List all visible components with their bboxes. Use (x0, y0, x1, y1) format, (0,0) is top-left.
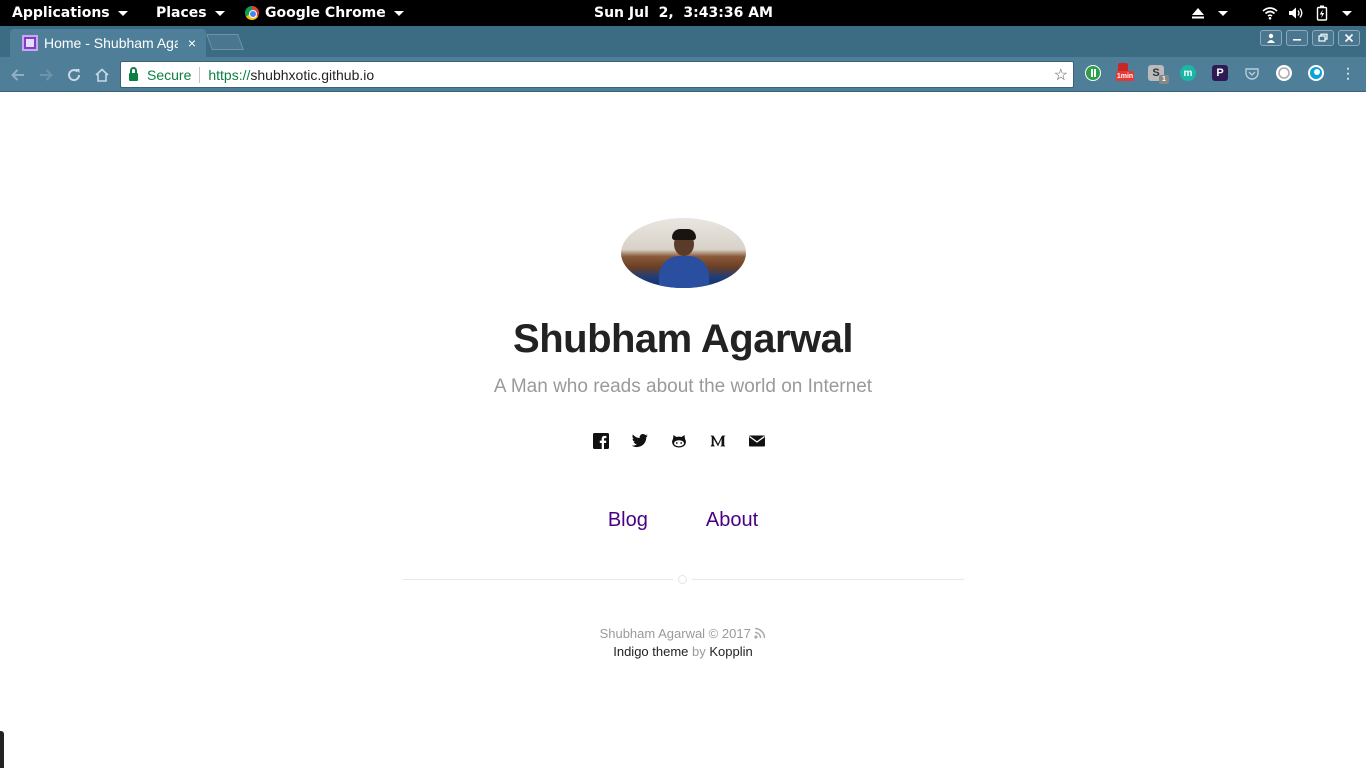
url-host: shubhxotic.github.io (250, 66, 375, 83)
chevron-down-icon[interactable] (1218, 10, 1228, 16)
avatar-hair (672, 229, 696, 240)
browser-toolbar: Secure https:// shubhxotic.github.io ☆ 1… (0, 57, 1366, 92)
extension-red-icon[interactable] (1118, 63, 1128, 71)
secure-label: Secure (147, 66, 192, 83)
window-controls (1260, 30, 1360, 46)
minimize-button[interactable] (1286, 30, 1308, 46)
copyright-text: Shubham Agarwal © 2017 (599, 626, 751, 641)
app-menu-label: Google Chrome (265, 5, 386, 21)
extension-green-icon[interactable] (1085, 65, 1101, 81)
github-icon[interactable] (671, 433, 687, 449)
divider-left (403, 579, 673, 580)
extension-m-icon[interactable]: m (1180, 65, 1196, 81)
facebook-icon[interactable] (593, 433, 609, 449)
extension-pocket-icon[interactable] (1244, 65, 1260, 81)
chevron-down-icon (393, 10, 404, 16)
social-links (593, 433, 765, 449)
chevron-down-icon[interactable] (1342, 10, 1352, 16)
avatar (621, 218, 746, 288)
back-button[interactable] (8, 65, 28, 85)
places-menu[interactable]: Places (156, 0, 225, 26)
battery-icon[interactable] (1314, 5, 1330, 21)
blog-link[interactable]: Blog (608, 509, 648, 532)
system-top-bar: Applications Places Google Chrome Sun Ju… (0, 0, 1366, 26)
by-text: by (692, 644, 706, 659)
chrome-menu-icon[interactable]: ⋮ (1340, 65, 1356, 81)
lock-icon (129, 66, 138, 81)
extension-circle-icon[interactable] (1276, 65, 1292, 81)
chevron-down-icon (117, 10, 128, 16)
close-window-button[interactable] (1338, 30, 1360, 46)
eject-icon[interactable] (1190, 5, 1206, 21)
profile-button[interactable] (1260, 30, 1282, 46)
extension-time-badge[interactable]: 1min (1116, 71, 1134, 81)
clock[interactable]: Sun Jul 2, 3:43:36 AM (594, 0, 773, 26)
volume-icon[interactable] (1288, 5, 1304, 21)
left-edge-panel (0, 731, 4, 768)
omnibox-divider (199, 66, 201, 83)
extension-p-icon[interactable]: P (1212, 65, 1228, 81)
extension-blue-icon[interactable] (1308, 65, 1324, 81)
new-tab-button[interactable] (206, 34, 244, 50)
divider-right (692, 579, 964, 580)
tab-title: Home - Shubham Agarwal (44, 35, 178, 51)
about-link[interactable]: About (706, 509, 758, 532)
site-favicon-icon (22, 35, 38, 51)
applications-menu[interactable]: Applications (12, 0, 128, 26)
home-button[interactable] (92, 65, 112, 85)
url-scheme: https:// (208, 66, 251, 83)
divider-dot (678, 575, 687, 584)
rss-icon[interactable] (754, 627, 766, 642)
avatar-shirt (659, 256, 709, 288)
wifi-icon[interactable] (1262, 5, 1278, 21)
author-link[interactable]: Kopplin (709, 644, 752, 659)
theme-link[interactable]: Indigo theme (613, 644, 688, 659)
app-menu[interactable]: Google Chrome (245, 0, 404, 26)
chevron-down-icon (214, 10, 225, 16)
browser-tab-strip: Home - Shubham Agarwal × (0, 26, 1366, 57)
footer-copyright: Shubham Agarwal © 2017 (0, 626, 1366, 642)
tagline: A Man who reads about the world on Inter… (493, 376, 873, 397)
chrome-icon (245, 6, 259, 20)
bookmark-star-icon[interactable]: ☆ (1054, 65, 1068, 85)
email-icon[interactable] (749, 433, 765, 449)
system-tray[interactable] (1190, 0, 1352, 26)
page-content: Shubham Agarwal A Man who reads about th… (0, 93, 1366, 768)
places-label: Places (156, 5, 207, 21)
main-nav: Blog About (0, 509, 1366, 532)
extension-count-badge: 1 (1159, 75, 1169, 84)
medium-icon[interactable] (710, 433, 726, 449)
address-bar[interactable]: Secure https:// shubhxotic.github.io ☆ (120, 61, 1074, 88)
twitter-icon[interactable] (632, 433, 648, 449)
page-title: Shubham Agarwal (513, 317, 853, 361)
restore-button[interactable] (1312, 30, 1334, 46)
close-tab-icon[interactable]: × (188, 35, 196, 51)
forward-button[interactable] (36, 65, 56, 85)
tab-home[interactable]: Home - Shubham Agarwal × (10, 29, 206, 57)
applications-label: Applications (12, 5, 110, 21)
reload-button[interactable] (64, 65, 84, 85)
footer-credits: Indigo theme by Kopplin (0, 644, 1366, 659)
